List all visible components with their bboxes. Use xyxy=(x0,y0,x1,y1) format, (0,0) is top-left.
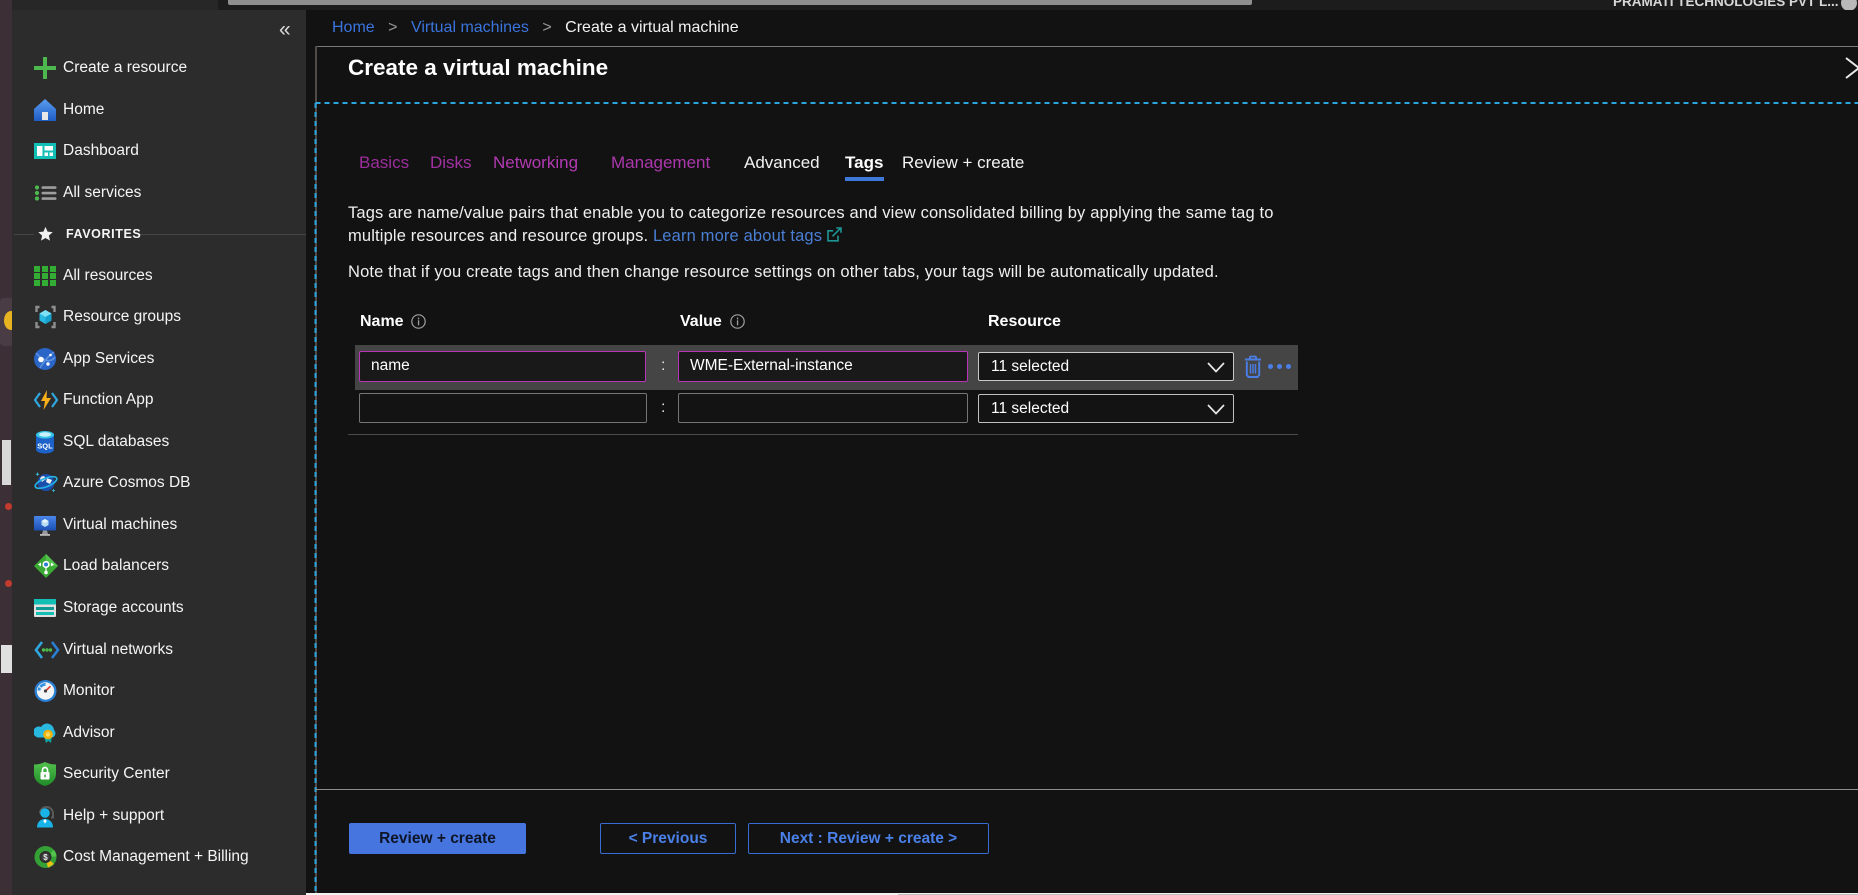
svg-text:SQL: SQL xyxy=(37,442,53,451)
svg-text:$: $ xyxy=(43,853,48,862)
